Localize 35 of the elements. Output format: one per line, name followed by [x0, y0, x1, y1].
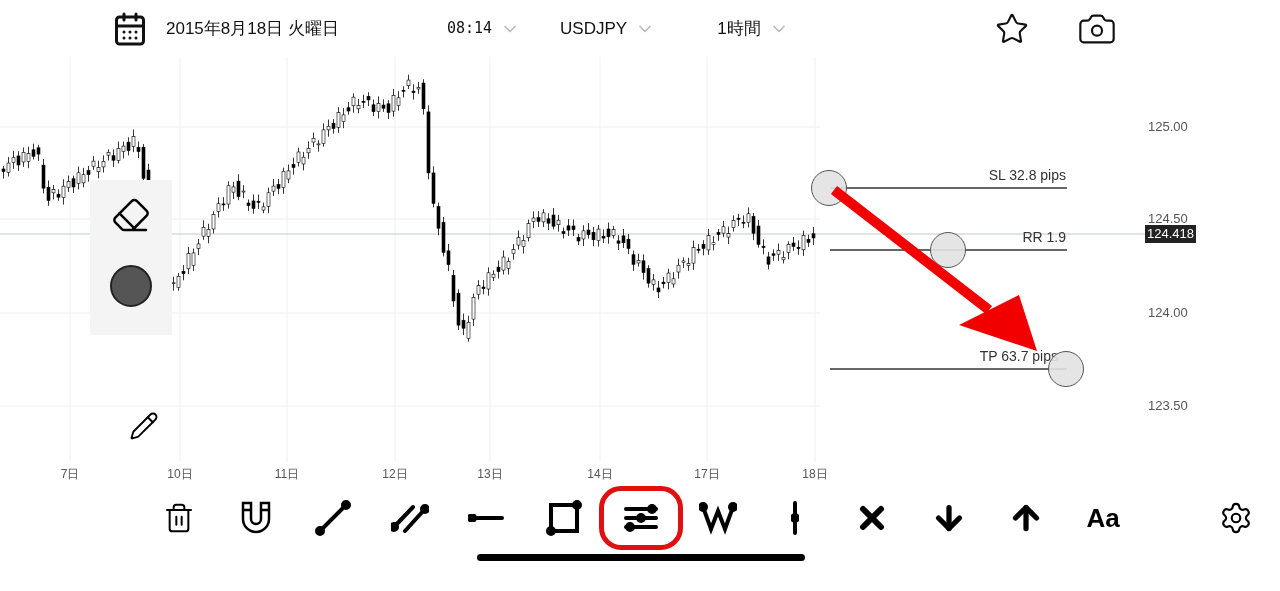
pencil-icon[interactable] [129, 411, 159, 441]
date-axis-label: 13日 [477, 466, 503, 483]
drag-handle[interactable] [930, 232, 966, 268]
vertical-line-icon [791, 499, 799, 537]
current-price-tag: 124.418 [1145, 225, 1196, 243]
text-tool-button[interactable]: Aa [1061, 486, 1145, 550]
zigzag-icon [699, 499, 737, 537]
price-axis-label: 125.00 [1148, 120, 1188, 133]
date-axis-label: 18日 [802, 466, 828, 483]
trash-icon [163, 502, 195, 534]
tool-button[interactable] [599, 486, 683, 550]
magnet-icon [240, 501, 272, 535]
symbol-dropdown[interactable]: USDJPY [560, 15, 656, 42]
time-dropdown[interactable]: 08:14 [446, 17, 521, 40]
star-icon[interactable] [994, 11, 1029, 46]
color-swatch[interactable] [110, 265, 152, 307]
take-profit-label: TP 63.7 pips [979, 349, 1058, 363]
stop-loss-label: SL 32.8 pips [988, 168, 1066, 182]
date-axis-label: 12日 [382, 466, 408, 483]
date-axis-label: 17日 [694, 466, 720, 483]
calendar-icon[interactable] [112, 10, 148, 47]
price-axis-label: 124.00 [1148, 306, 1188, 319]
timeframe-dropdown[interactable]: 1時間 [717, 15, 789, 42]
date-axis-label: 10日 [167, 466, 193, 483]
rectangle-icon [545, 499, 583, 537]
price-axis-label: 123.50 [1148, 399, 1188, 412]
date-axis-label: 7日 [60, 466, 80, 483]
risk-reward-label: RR 1.9 [1022, 230, 1066, 244]
line-icon [314, 499, 352, 537]
date-label[interactable]: 2015年8月18日 火曜日 [166, 15, 339, 42]
horizontal-line-icon [468, 514, 506, 522]
date-axis-label: 11日 [274, 466, 300, 483]
date-axis-label: 14日 [587, 466, 613, 483]
settings-icon [1219, 501, 1253, 535]
price-axis-label: 124.50 [1148, 212, 1188, 225]
